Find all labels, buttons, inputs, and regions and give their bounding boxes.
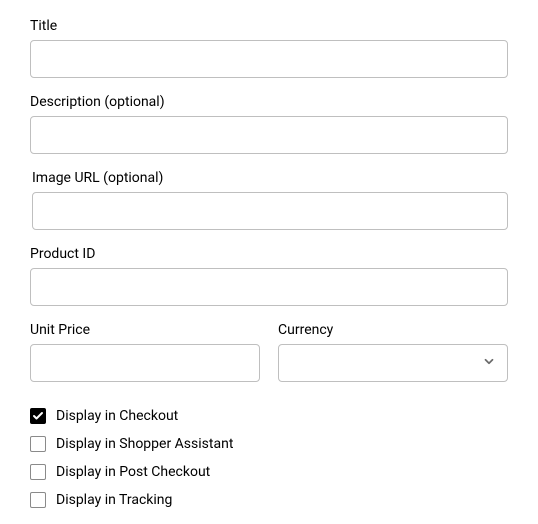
- unit-price-label: Unit Price: [30, 322, 260, 338]
- title-label: Title: [30, 18, 508, 34]
- description-input[interactable]: [30, 116, 508, 154]
- checkbox-post-checkout-label: Display in Post Checkout: [56, 464, 210, 480]
- image-url-label: Image URL (optional): [32, 170, 508, 186]
- checkbox-tracking-row[interactable]: Display in Tracking: [30, 486, 508, 514]
- checkbox-post-checkout-row[interactable]: Display in Post Checkout: [30, 458, 508, 486]
- checkbox-shopper-assistant-row[interactable]: Display in Shopper Assistant: [30, 430, 508, 458]
- image-url-field: Image URL (optional): [30, 170, 508, 230]
- checkbox-post-checkout[interactable]: [30, 464, 46, 480]
- checkbox-checkout-row[interactable]: Display in Checkout: [30, 402, 508, 430]
- product-id-field: Product ID: [30, 246, 508, 306]
- checkbox-checkout-label: Display in Checkout: [56, 408, 178, 424]
- title-field: Title: [30, 18, 508, 78]
- product-id-input[interactable]: [30, 268, 508, 306]
- currency-label: Currency: [278, 322, 508, 338]
- product-id-label: Product ID: [30, 246, 508, 262]
- unit-price-field: Unit Price: [30, 322, 260, 382]
- checkbox-shopper-assistant[interactable]: [30, 436, 46, 452]
- title-input[interactable]: [30, 40, 508, 78]
- description-field: Description (optional): [30, 94, 508, 154]
- product-form: Title Description (optional) Image URL (…: [30, 18, 508, 514]
- currency-field: Currency: [278, 322, 508, 382]
- checkbox-shopper-assistant-label: Display in Shopper Assistant: [56, 436, 233, 452]
- image-url-input[interactable]: [32, 192, 508, 230]
- checkbox-tracking-label: Display in Tracking: [56, 492, 172, 508]
- unit-price-input[interactable]: [30, 344, 260, 382]
- checkbox-checkout[interactable]: [30, 408, 46, 424]
- checkbox-tracking[interactable]: [30, 492, 46, 508]
- display-options: Display in Checkout Display in Shopper A…: [30, 402, 508, 514]
- currency-select[interactable]: [278, 344, 508, 382]
- checkmark-icon: [32, 410, 44, 422]
- description-label: Description (optional): [30, 94, 508, 110]
